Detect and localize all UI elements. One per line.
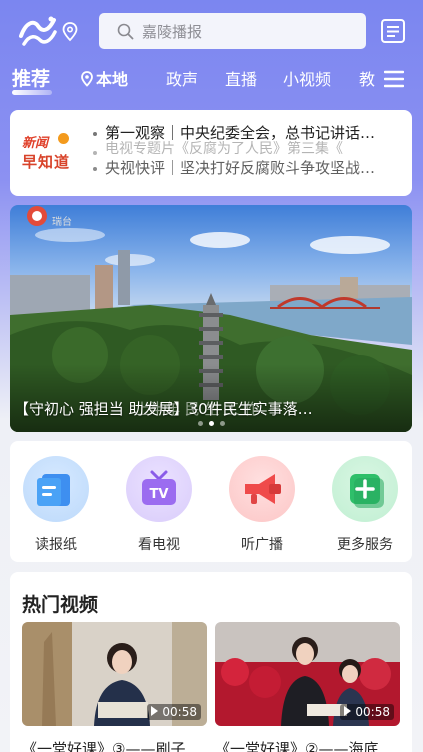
tab-politics[interactable]: 政声 xyxy=(166,66,198,90)
plus-icon xyxy=(332,456,398,522)
location-icon xyxy=(81,71,93,87)
hot-videos-section: 热门视频 00:58 《一堂好课》③——刷子 00:58 《一堂好课》②——海底 xyxy=(10,572,412,752)
search-icon xyxy=(117,23,134,39)
tv-icon: TV xyxy=(126,456,192,522)
tab-live[interactable]: 直播 xyxy=(225,66,257,90)
carousel-dot[interactable] xyxy=(198,421,203,426)
service-more[interactable]: 更多服务 xyxy=(325,456,405,554)
megaphone-icon xyxy=(229,456,295,522)
carousel-dot[interactable] xyxy=(220,421,225,426)
video-thumbnail[interactable]: 00:58 xyxy=(22,622,207,726)
carousel-dots xyxy=(198,421,225,426)
play-icon xyxy=(151,706,159,716)
app-logo-icon[interactable] xyxy=(18,14,58,48)
banner-caption[interactable]: 【守初心 强担当 助发展】30件民生实事落… xyxy=(14,398,408,419)
video-card[interactable]: 00:58 《一堂好课》②——海底 xyxy=(215,622,400,752)
active-tab-indicator xyxy=(12,90,52,95)
video-duration: 00:58 xyxy=(340,704,394,720)
carousel-dot[interactable] xyxy=(209,421,214,426)
section-title: 热门视频 xyxy=(22,594,99,616)
list-menu-icon[interactable] xyxy=(380,18,406,44)
svg-text:TV: TV xyxy=(150,487,169,502)
ticker-brand-line2: 早知道 xyxy=(22,153,71,171)
station-badge-text: 瑞台 xyxy=(52,217,72,228)
channel-tabs: 推荐 本地 政声 直播 小视频 教 xyxy=(0,62,423,98)
hamburger-menu-icon[interactable] xyxy=(384,70,404,88)
service-label: 看电视 xyxy=(138,537,180,553)
play-icon xyxy=(344,706,352,716)
featured-banner[interactable]: 瑞台 上半年 民 生 工 作 【守初心 强担当 助发展】30件民生实事落… xyxy=(10,205,412,432)
sun-dot-icon xyxy=(58,133,69,144)
video-duration: 00:58 xyxy=(147,704,201,720)
newspaper-icon xyxy=(23,456,89,522)
video-title[interactable]: 《一堂好课》③——刷子 xyxy=(22,738,207,752)
video-thumbnail[interactable]: 00:58 xyxy=(215,622,400,726)
service-label: 更多服务 xyxy=(337,537,393,553)
duration-text: 00:58 xyxy=(162,705,197,719)
ticker-headlines: 第一观察｜中央纪委全会，总书记讲话… 电视专题片《反腐为了人民》第三集《 央视快… xyxy=(92,122,410,179)
search-bar[interactable]: 嘉陵播报 xyxy=(99,13,366,49)
service-newspaper[interactable]: 读报纸 xyxy=(16,456,96,554)
service-radio[interactable]: 听广播 xyxy=(222,456,302,554)
tab-local[interactable]: 本地 xyxy=(80,66,128,90)
ticker-headline[interactable]: 央视快评｜坚决打好反腐败斗争攻坚战… xyxy=(92,157,410,179)
video-title[interactable]: 《一堂好课》②——海底 xyxy=(215,738,400,752)
tv-station-logo-icon xyxy=(27,206,47,226)
service-tv[interactable]: TV 看电视 xyxy=(119,456,199,554)
search-placeholder: 嘉陵播报 xyxy=(142,22,203,41)
ticker-brand-line1: 新闻 xyxy=(22,136,49,151)
video-card[interactable]: 00:58 《一堂好课》③——刷子 xyxy=(22,622,207,752)
service-label: 听广播 xyxy=(241,537,283,553)
news-brief-logo: 新闻 早知道 xyxy=(22,132,80,176)
tab-short-video[interactable]: 小视频 xyxy=(283,66,331,90)
location-pin-icon[interactable] xyxy=(62,22,78,42)
tab-local-label: 本地 xyxy=(96,70,129,89)
services-panel: 读报纸 TV 看电视 听广播 更多服务 xyxy=(10,441,412,562)
duration-text: 00:58 xyxy=(355,705,390,719)
service-label: 读报纸 xyxy=(35,537,77,553)
ticker-headline: 电视专题片《反腐为了人民》第三集《 xyxy=(92,141,410,157)
news-ticker-card[interactable]: 新闻 早知道 第一观察｜中央纪委全会，总书记讲话… 电视专题片《反腐为了人民》第… xyxy=(10,110,412,196)
app-header: 嘉陵播报 xyxy=(0,0,423,60)
tab-recommend[interactable]: 推荐 xyxy=(12,64,50,91)
tab-education[interactable]: 教 xyxy=(359,66,375,90)
